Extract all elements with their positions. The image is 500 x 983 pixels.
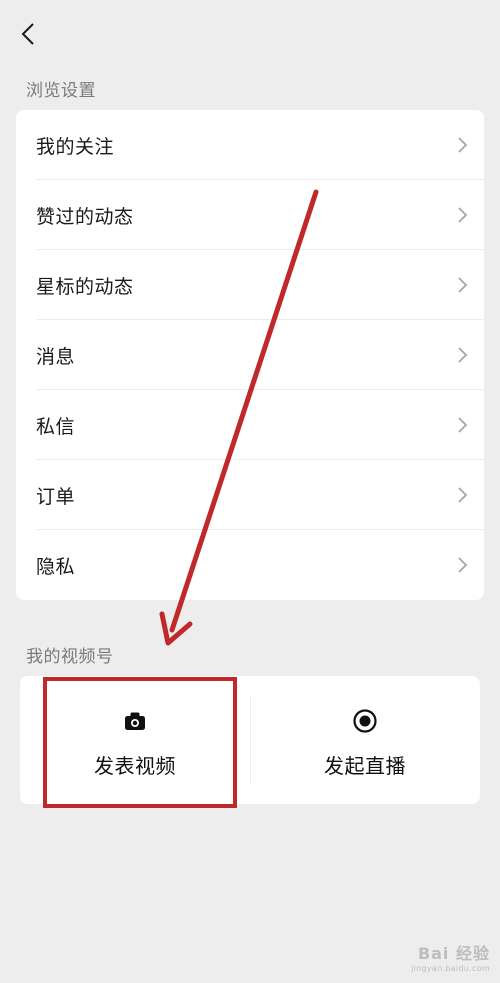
settings-item-private-messages[interactable]: 私信 bbox=[16, 390, 484, 460]
start-live-button[interactable]: 发起直播 bbox=[250, 676, 480, 804]
browse-settings-list: 我的关注 赞过的动态 星标的动态 消息 私信 订单 隐私 bbox=[16, 110, 484, 600]
chevron-right-icon bbox=[458, 207, 468, 223]
settings-item-label: 消息 bbox=[36, 345, 76, 368]
chevron-right-icon bbox=[458, 277, 468, 293]
settings-item-starred[interactable]: 星标的动态 bbox=[16, 250, 484, 320]
chevron-right-icon bbox=[458, 347, 468, 363]
browse-settings-title: 浏览设置 bbox=[26, 81, 96, 101]
settings-item-label: 赞过的动态 bbox=[36, 205, 134, 228]
chevron-left-icon bbox=[21, 23, 34, 45]
watermark-main-text: Bai 经验 bbox=[417, 944, 490, 963]
baidu-jingyan-watermark: Bai 经验 jingyan.baidu.com bbox=[411, 940, 490, 973]
my-channel-title: 我的视频号 bbox=[26, 647, 114, 667]
watermark-sub-text: jingyan.baidu.com bbox=[411, 964, 490, 973]
annotation-highlight-box bbox=[43, 677, 237, 808]
chevron-right-icon bbox=[458, 137, 468, 153]
settings-item-label: 订单 bbox=[36, 485, 76, 508]
settings-item-privacy[interactable]: 隐私 bbox=[16, 530, 484, 600]
chevron-right-icon bbox=[458, 417, 468, 433]
settings-item-label: 星标的动态 bbox=[36, 275, 134, 298]
chevron-right-icon bbox=[458, 487, 468, 503]
settings-item-messages[interactable]: 消息 bbox=[16, 320, 484, 390]
back-button[interactable] bbox=[14, 20, 42, 48]
start-live-label: 发起直播 bbox=[324, 754, 406, 778]
settings-item-orders[interactable]: 订单 bbox=[16, 460, 484, 530]
settings-item-label: 隐私 bbox=[36, 555, 76, 578]
chevron-right-icon bbox=[458, 557, 468, 573]
settings-item-following[interactable]: 我的关注 bbox=[16, 110, 484, 180]
settings-item-label: 私信 bbox=[36, 415, 76, 438]
settings-item-liked[interactable]: 赞过的动态 bbox=[16, 180, 484, 250]
live-record-icon bbox=[353, 709, 377, 733]
settings-item-label: 我的关注 bbox=[36, 135, 115, 158]
